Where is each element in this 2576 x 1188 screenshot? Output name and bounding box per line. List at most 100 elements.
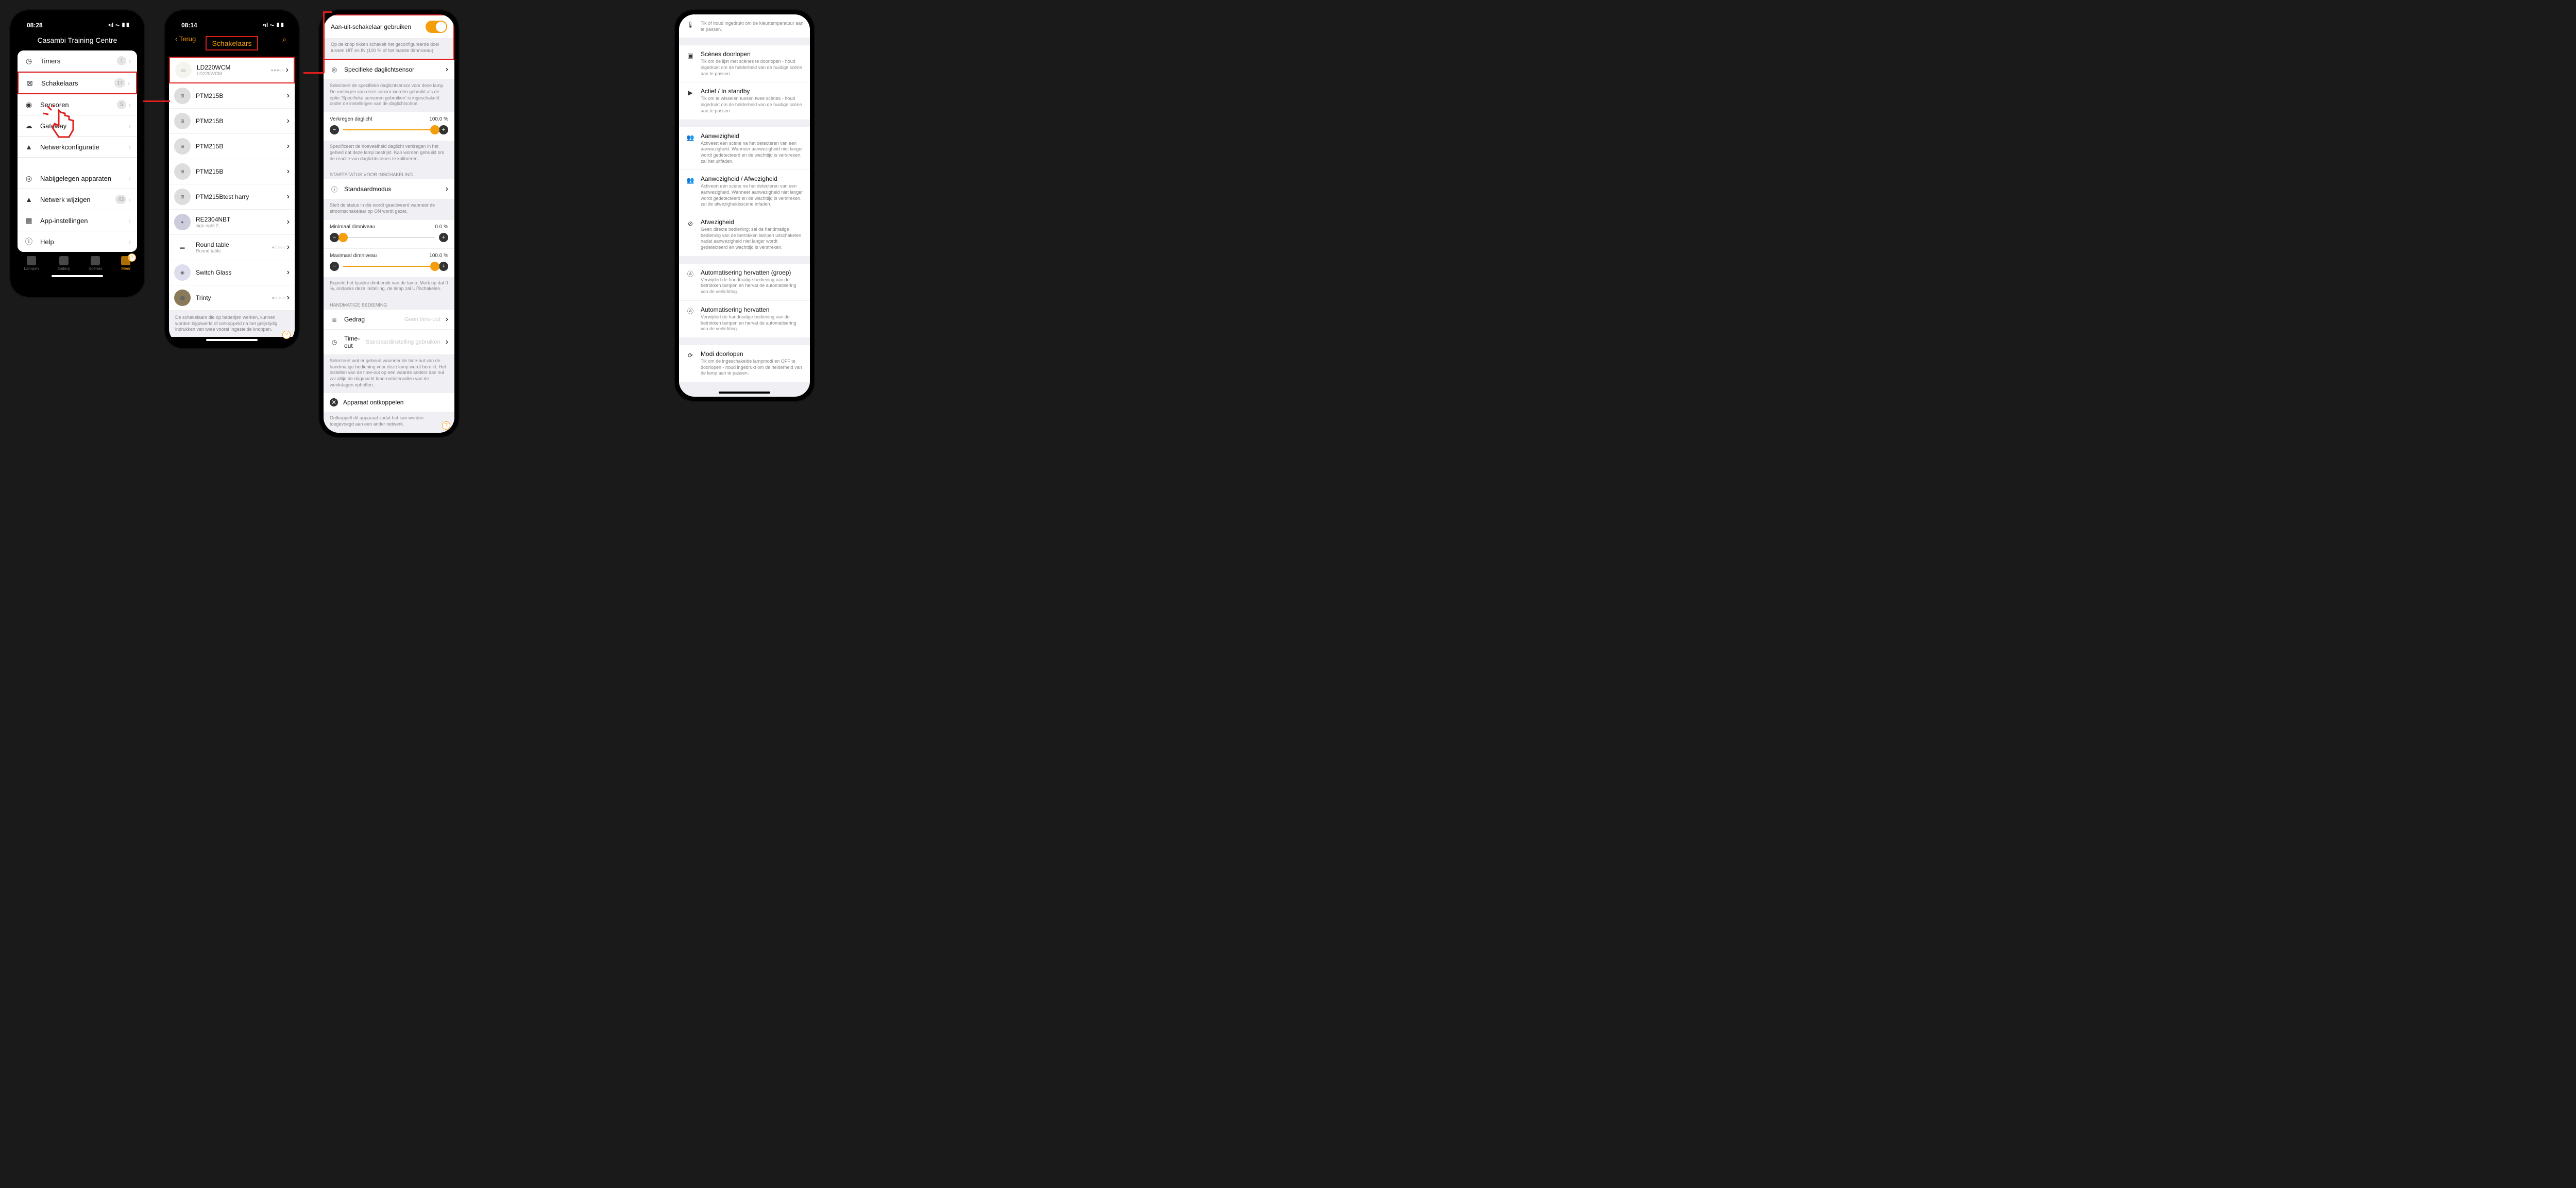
back-button[interactable]: ‹ Terug <box>175 35 196 43</box>
device-ptm215b-test[interactable]: ⊞ PTM215Btest harry › <box>169 184 295 210</box>
device-sub: LD220WCM <box>197 71 270 76</box>
section-header: HANDMATIGE BEDIENING <box>324 297 454 310</box>
device-trinty[interactable]: ⬤ Trinty ●○○○○ › <box>169 285 295 311</box>
device-round-table[interactable]: ▬ Round tableRound table ●○○○○ › <box>169 235 295 260</box>
row-label: Nabijgelegen apparaten <box>40 175 126 182</box>
opt-presence[interactable]: 👥 AanwezigheidActiveert een scène na het… <box>679 127 810 171</box>
row-use-switch[interactable]: Aan-uit-schakelaar gebruiken <box>325 15 453 39</box>
opt-absence[interactable]: ⊘ AfwezigheidGeen directe bediening; zal… <box>679 213 810 257</box>
chevron-right-icon: › <box>128 122 131 130</box>
tab-lampen[interactable]: Lampen <box>24 256 39 271</box>
search-icon[interactable]: ⌕ <box>282 35 286 44</box>
opt-resume-auto[interactable]: ⓐ Automatisering hervattenVerwijdert de … <box>679 301 810 338</box>
plus-button[interactable]: + <box>439 262 448 271</box>
row-description: Ontkoppelt dit apparaat zodat het kan wo… <box>324 412 454 432</box>
slider-min-dim: Minimaal dimniveau 0.0 % − + <box>324 220 454 248</box>
plus-button[interactable]: + <box>439 125 448 134</box>
chevron-right-icon: › <box>446 337 448 347</box>
row-label: App-instellingen <box>40 217 126 225</box>
chevron-right-icon: › <box>287 268 290 277</box>
row-help[interactable]: ⓘ Help › <box>18 231 137 252</box>
grid-icon: ▦ <box>24 215 34 226</box>
row-badge: 5 <box>117 100 126 109</box>
chevron-right-icon: › <box>287 167 290 176</box>
device-ptm215b[interactable]: ⊞ PTM215B › <box>169 134 295 159</box>
chevron-right-icon: › <box>128 216 131 225</box>
chevron-right-icon: › <box>128 57 131 65</box>
chevron-right-icon: › <box>287 142 290 151</box>
help-icon[interactable]: ? <box>282 331 291 339</box>
row-netwerk-wijzigen[interactable]: ▲ Netwerk wijzigen 43 › <box>18 189 137 210</box>
device-switch-glass[interactable]: ◉ Switch Glass › <box>169 260 295 285</box>
tab-meer[interactable]: Meer <box>121 256 130 271</box>
chevron-right-icon: › <box>287 217 290 227</box>
slider-value: 100.0 % <box>429 253 448 259</box>
device-thumb: ▭ <box>175 62 192 78</box>
chevron-right-icon: › <box>446 315 448 324</box>
gallery-icon <box>59 256 69 265</box>
row-behavior[interactable]: ≣ Gedrag Geen time-out › <box>324 310 454 330</box>
opt-colortemp[interactable]: 🌡 Tik of houd ingedrukt om de kleurtempe… <box>679 14 810 38</box>
phone-4: 🌡 Tik of houd ingedrukt om de kleurtempe… <box>675 10 814 401</box>
divider <box>679 338 810 345</box>
row-nabijgelegen[interactable]: ◎ Nabijgelegen apparaten › <box>18 168 137 189</box>
opt-active-standby[interactable]: ▶ Actief / In standbyTik om te wisselen … <box>679 82 810 120</box>
device-ptm215b[interactable]: ⊞ PTM215B › <box>169 109 295 134</box>
device-name: LD220WCM <box>197 64 270 71</box>
row-value: Standaardinstelling gebruiken <box>366 339 440 345</box>
slider-track[interactable] <box>343 266 435 267</box>
row-description: Beperkt het fysieke dimbereik van de lam… <box>324 277 454 297</box>
minus-button[interactable]: − <box>330 233 339 242</box>
row-schakelaars[interactable]: ⊠ Schakelaars 17 › <box>18 72 137 94</box>
plus-button[interactable]: + <box>439 233 448 242</box>
slider-label: Verkregen daglicht <box>330 116 372 122</box>
network-icon: ▲ <box>24 142 34 152</box>
opt-cycle-modes[interactable]: ⟳ Modi doorlopenTik om de ingeschakelde … <box>679 345 810 382</box>
toggle-switch[interactable] <box>426 21 447 33</box>
nousers-icon: ⊘ <box>685 218 696 229</box>
row-timers[interactable]: ◷ Timers 1 › <box>18 50 137 72</box>
device-thumb: ⊞ <box>174 138 191 155</box>
chevron-right-icon: › <box>128 143 131 151</box>
connector-line <box>143 100 170 102</box>
info-icon: ⓘ <box>330 184 339 194</box>
slider-label: Minimaal dimniveau <box>330 224 375 230</box>
screen: 🌡 Tik of houd ingedrukt om de kleurtempe… <box>679 14 810 397</box>
chevron-right-icon: › <box>287 243 290 252</box>
slider-track[interactable] <box>343 237 435 238</box>
device-re2304nbt[interactable]: ● RE2304NBTsign right 2, › <box>169 210 295 235</box>
device-ptm215b[interactable]: ⊞ PTM215B › <box>169 159 295 184</box>
chevron-right-icon: › <box>127 79 130 87</box>
slider-track[interactable] <box>343 129 435 130</box>
row-unpair[interactable]: ✕ Apparaat ontkoppelen <box>324 393 454 412</box>
chevron-right-icon: › <box>287 192 290 201</box>
row-timeout[interactable]: ◷ Time-out Standaardinstelling gebruiken… <box>324 330 454 355</box>
screen: 08:28 •ıl ⏦ ▮▮ Casambi Training Centre ◷… <box>14 14 140 293</box>
home-indicator <box>206 339 258 341</box>
help-icon[interactable]: ? <box>442 421 450 430</box>
home-indicator <box>719 392 770 394</box>
tab-galerij[interactable]: Galerij <box>58 256 70 271</box>
opt-cycle-scenes[interactable]: ▣ Scènes doorlopenTik om de lijst met sc… <box>679 45 810 82</box>
minus-button[interactable]: − <box>330 125 339 134</box>
screen: 08:14 •ıl ⏦ ▮▮ ‹ Terug Schakelaars ⌕ ▭ L… <box>169 14 295 344</box>
device-ptm215b[interactable]: ⊞ PTM215B › <box>169 83 295 109</box>
phone-3: Aan-uit-schakelaar gebruiken Op de knop … <box>319 10 459 437</box>
row-description: Selecteert wat er gebeurt wanneer de tim… <box>324 355 454 393</box>
signal-dots: ●○○○○ <box>272 295 285 300</box>
auto-icon: ⓐ <box>685 306 696 316</box>
home-indicator <box>52 275 103 277</box>
row-app-instellingen[interactable]: ▦ App-instellingen › <box>18 210 137 231</box>
device-thumb: ⊞ <box>174 88 191 104</box>
opt-resume-auto-group[interactable]: ⓐ Automatisering hervatten (groep)Verwij… <box>679 264 810 301</box>
row-daylight-sensor[interactable]: ◎ Specifieke daglichtsensor › <box>324 60 454 80</box>
opt-presence-absence[interactable]: 👥 Aanwezigheid / AfwezigheidActiveert ee… <box>679 170 810 213</box>
row-default-mode[interactable]: ⓘ Standaardmodus › <box>324 179 454 199</box>
minus-button[interactable]: − <box>330 262 339 271</box>
edit-icon: ▲ <box>24 194 34 205</box>
tab-scenes[interactable]: Scènes <box>89 256 103 271</box>
scenes-icon <box>91 256 100 265</box>
clock-icon: ◷ <box>24 56 34 66</box>
device-ld220wcm[interactable]: ▭ LD220WCM LD220WCM ●●●○○ › <box>169 57 295 83</box>
row-label: Timers <box>40 57 117 65</box>
